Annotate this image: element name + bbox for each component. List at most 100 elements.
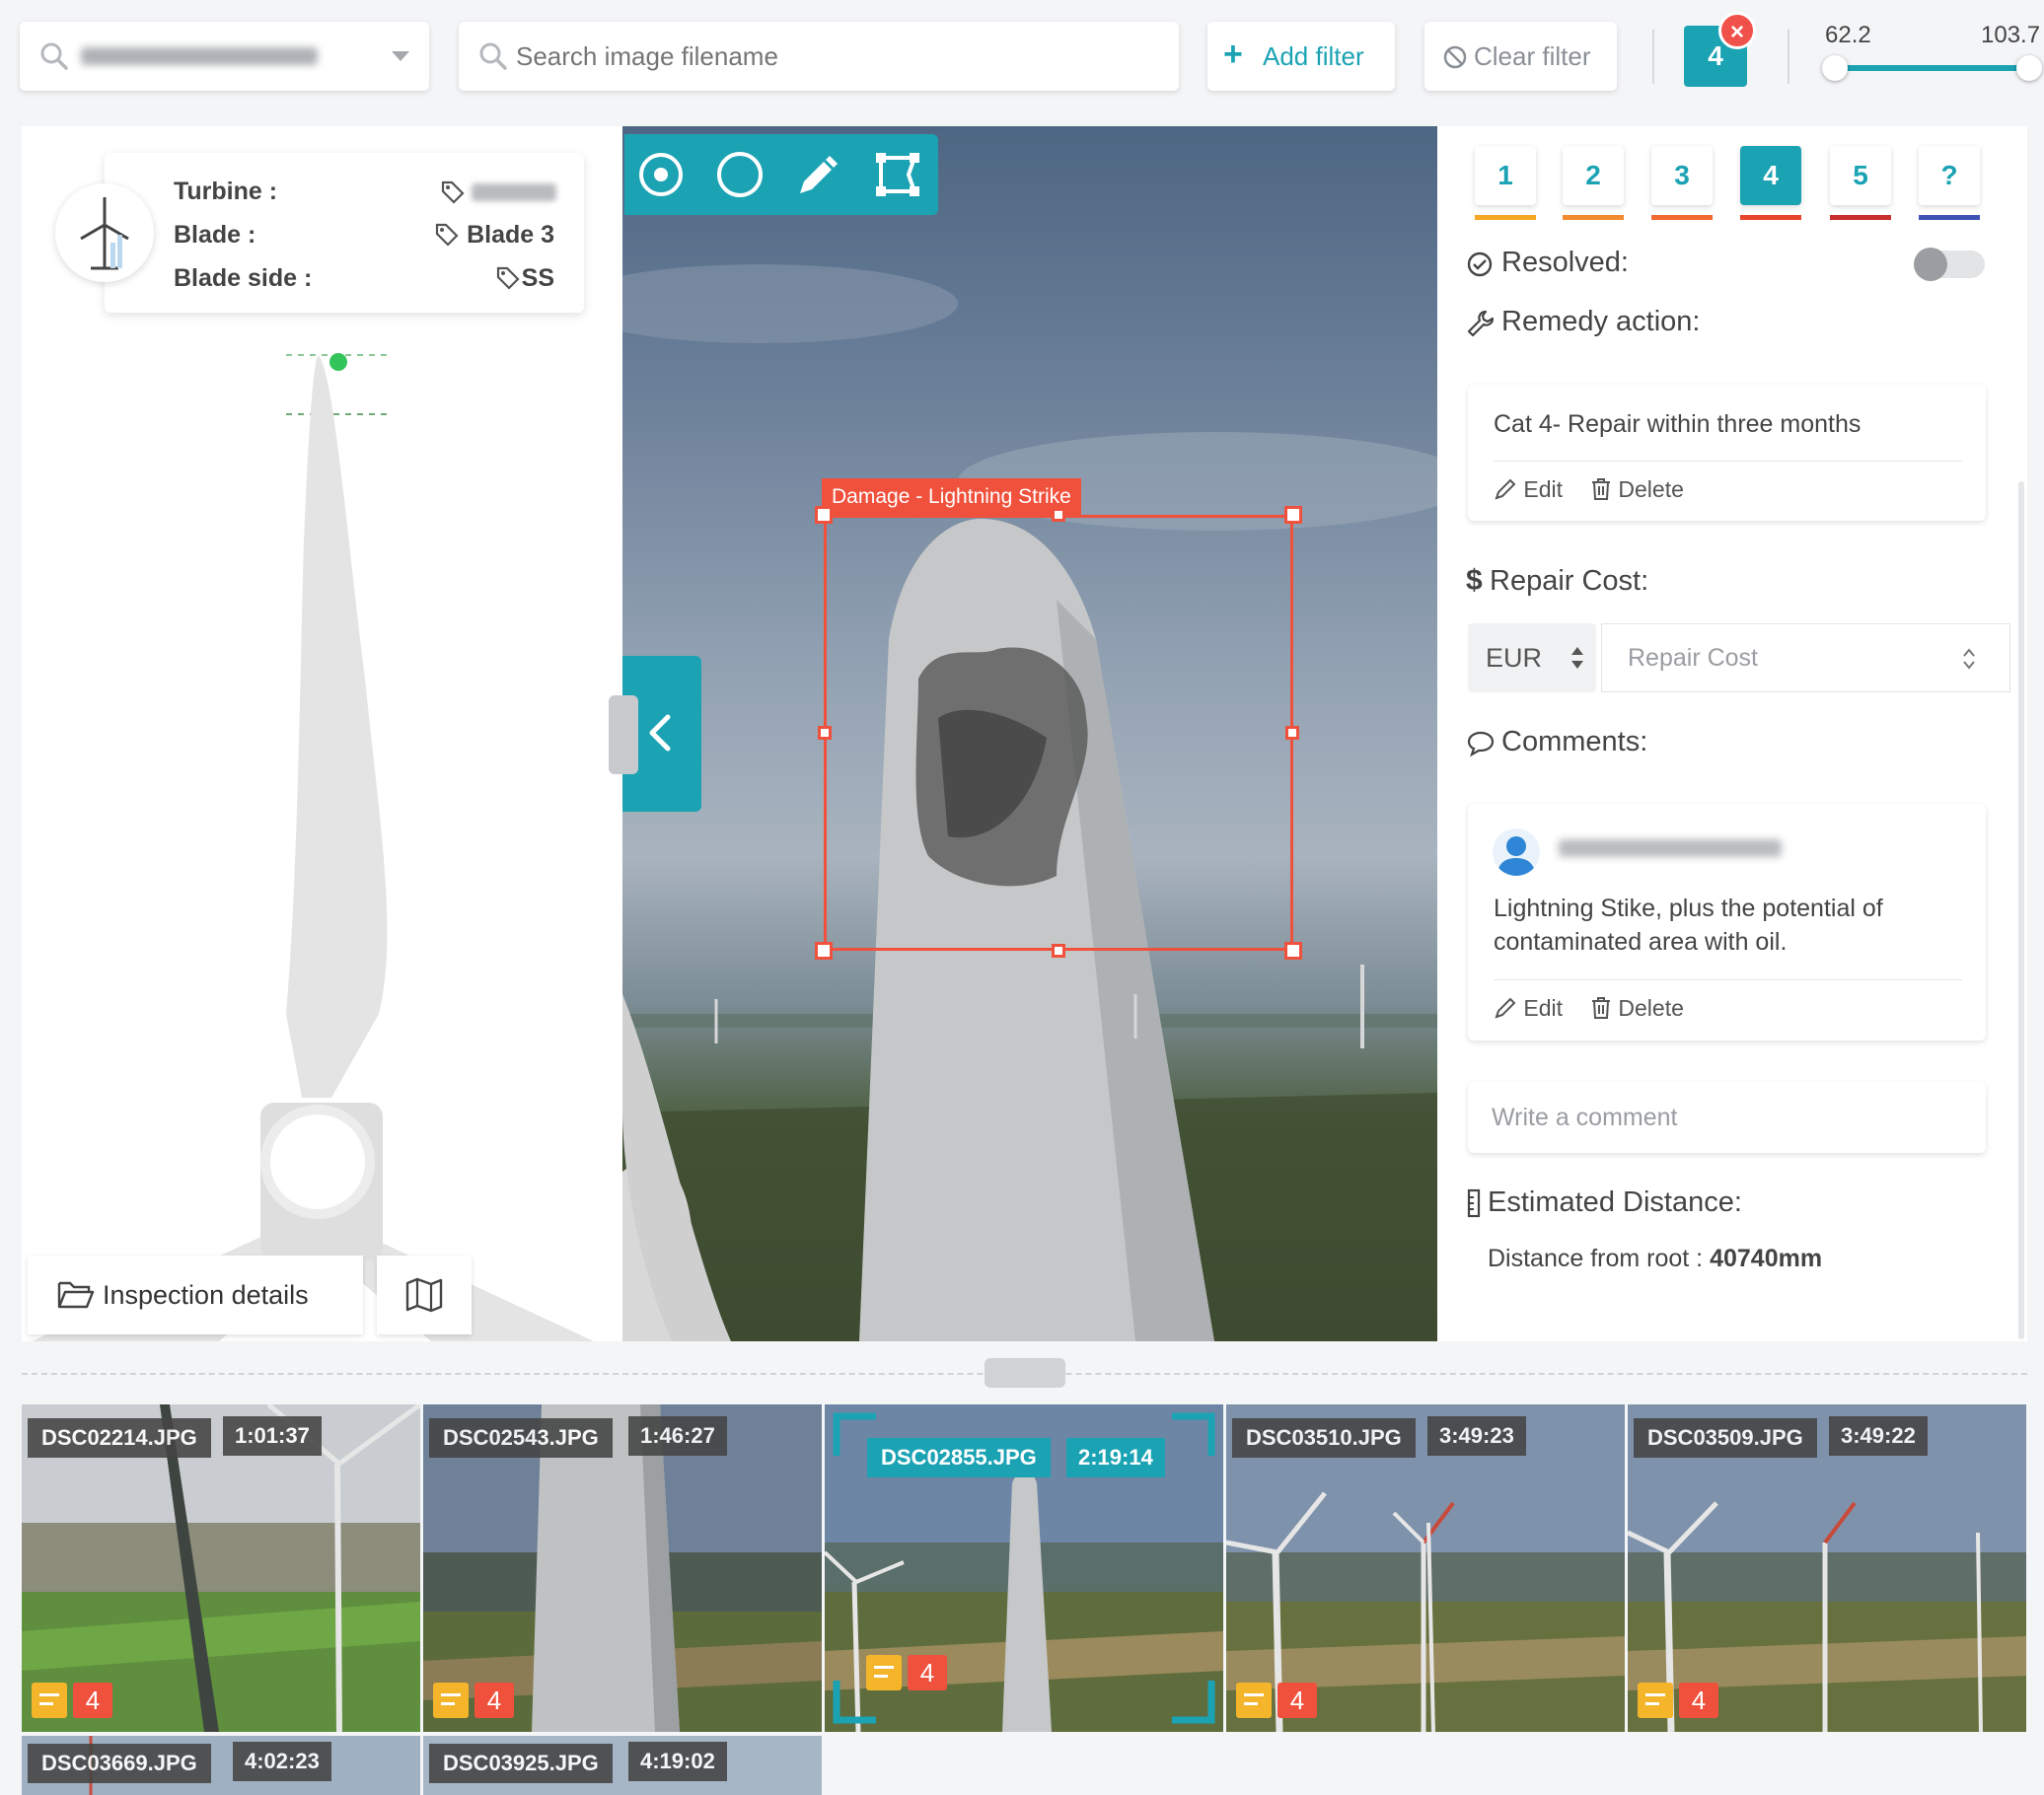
remove-filter-icon[interactable]: × [1718, 12, 1756, 49]
severity-bar-2 [1563, 215, 1624, 220]
severity-tab-unknown[interactable]: ? [1919, 146, 1980, 205]
thumbnail-time: 4:19:02 [628, 1742, 727, 1781]
comment-card: Lightning Stike, plus the potential of c… [1468, 804, 1986, 1041]
comment-edit-label: Edit [1523, 995, 1564, 1021]
comment-text-line-2: contaminated area with oil. [1494, 928, 1788, 956]
comment-author-blurred [1559, 839, 1782, 857]
map-icon [405, 1277, 443, 1313]
thumbnail-dsc02543[interactable]: DSC02543.JPG 1:46:27 4 [423, 1404, 822, 1732]
blade-side-label: Blade side : [174, 264, 313, 292]
thumbnail-filename: DSC02543.JPG [429, 1418, 613, 1458]
thumbnail-dsc03669[interactable]: DSC03669.JPG 4:02:23 [22, 1736, 420, 1795]
turbine-label: Turbine : [174, 178, 278, 205]
severity-badge: 4 [1679, 1683, 1718, 1718]
bbox-handle-top-right[interactable] [1284, 506, 1302, 524]
severity-tab-4[interactable]: 4 [1740, 146, 1801, 205]
remedy-delete-label: Delete [1618, 476, 1684, 502]
circle-tool-icon[interactable] [713, 148, 766, 201]
tag-icon [441, 180, 465, 204]
comment-delete-label: Delete [1618, 995, 1684, 1021]
severity-badge: 4 [1278, 1683, 1317, 1718]
estimated-distance-label: Estimated Distance: [1488, 1186, 1742, 1218]
polygon-tool-icon[interactable] [871, 148, 924, 201]
comment-text-line-1: Lightning Stike, plus the potential of [1494, 895, 1883, 922]
slider-min-value: 62.2 [1825, 22, 1871, 48]
comment-edit-button[interactable]: Edit [1494, 995, 1563, 1022]
panel-resize-handle[interactable] [609, 695, 638, 774]
thumbnail-dsc02855-selected[interactable]: DSC02855.JPG 2:19:14 4 [825, 1404, 1223, 1732]
thumbnail-time: 1:01:37 [223, 1416, 322, 1456]
wrench-icon [1467, 310, 1494, 337]
map-button[interactable] [377, 1256, 472, 1334]
bbox-handle-right[interactable] [1285, 726, 1299, 740]
plus-icon: + [1223, 36, 1243, 73]
range-slider-min-handle[interactable] [1822, 55, 1848, 81]
bbox-handle-top-left[interactable] [815, 506, 833, 524]
thumbnail-dsc03510[interactable]: DSC03510.JPG 3:49:23 4 [1226, 1404, 1625, 1732]
severity-tab-2[interactable]: 2 [1563, 146, 1624, 205]
severity-bar-4 [1740, 215, 1801, 220]
comment-delete-button[interactable]: Delete [1590, 995, 1684, 1022]
note-icon [1236, 1683, 1272, 1718]
number-spinner-icon[interactable] [1961, 646, 1977, 672]
currency-select[interactable]: EUR [1468, 623, 1596, 692]
note-icon [1638, 1683, 1673, 1718]
search-input[interactable] [516, 32, 1147, 81]
chevron-left-icon [649, 714, 671, 752]
thumbnail-time: 3:49:22 [1829, 1416, 1928, 1456]
thumbnail-filename: DSC03669.JPG [28, 1744, 211, 1783]
damage-bounding-box[interactable] [824, 515, 1293, 951]
thumbnail-dsc03509[interactable]: DSC03509.JPG 3:49:22 4 [1628, 1404, 2026, 1732]
remedy-action-label: Remedy action: [1501, 306, 1701, 337]
project-select[interactable] [20, 22, 429, 91]
thumbnail-filename: DSC03925.JPG [429, 1744, 613, 1783]
image-search-box[interactable] [459, 22, 1179, 91]
search-icon [40, 42, 68, 70]
bbox-handle-bottom-left[interactable] [815, 942, 833, 960]
pencil-icon[interactable] [792, 148, 845, 201]
distance-from-root: Distance from root : 40740mm [1488, 1245, 1822, 1273]
severity-bar-5 [1830, 215, 1891, 220]
repair-cost-input[interactable]: Repair Cost [1601, 623, 2010, 692]
thumbnail-time: 2:19:14 [1066, 1438, 1165, 1477]
inspection-details-button[interactable]: Inspection details [28, 1256, 363, 1334]
point-tool-icon[interactable] [634, 148, 688, 201]
resolved-toggle[interactable] [1914, 248, 1985, 281]
severity-badge: 4 [474, 1683, 514, 1718]
remedy-delete-button[interactable]: Delete [1590, 476, 1684, 503]
wind-turbine-icon [55, 183, 154, 282]
thumbnail-dsc02214[interactable]: DSC02214.JPG 1:01:37 4 [22, 1404, 420, 1732]
write-comment-input[interactable]: Write a comment [1468, 1082, 1986, 1153]
pencil-icon [1495, 478, 1516, 500]
annotation-toolbar [624, 134, 938, 215]
thumbnail-time: 1:46:27 [628, 1416, 727, 1456]
remedy-edit-button[interactable]: Edit [1494, 476, 1563, 503]
bbox-handle-top[interactable] [1052, 508, 1065, 522]
divider [1494, 979, 1962, 980]
severity-tab-5[interactable]: 5 [1830, 146, 1891, 205]
severity-tab-3[interactable]: 3 [1651, 146, 1713, 205]
severity-tab-1[interactable]: 1 [1475, 146, 1536, 205]
trash-icon [1592, 997, 1610, 1019]
add-filter-button[interactable]: + Add filter [1207, 22, 1395, 91]
clear-filter-button[interactable]: Clear filter [1424, 22, 1617, 91]
severity-bar-unknown [1919, 215, 1980, 220]
comment-icon [1467, 731, 1495, 757]
note-icon [866, 1655, 902, 1690]
inspection-details-label: Inspection details [103, 1280, 309, 1310]
trash-icon [1592, 478, 1610, 500]
divider [1494, 461, 1962, 462]
filmstrip-resize-handle[interactable] [985, 1358, 1065, 1388]
check-circle-icon [1467, 251, 1493, 277]
range-slider-max-handle[interactable] [2016, 55, 2042, 81]
panel-scrollbar[interactable] [2018, 481, 2024, 1339]
distance-prefix: Distance from root : [1488, 1245, 1711, 1272]
repair-cost-label: Repair Cost: [1490, 565, 1649, 597]
bbox-handle-left[interactable] [818, 726, 832, 740]
range-slider-track[interactable] [1835, 65, 2027, 71]
thumbnail-dsc03925[interactable]: DSC03925.JPG 4:19:02 [423, 1736, 822, 1795]
bbox-handle-bottom[interactable] [1052, 944, 1065, 958]
bbox-handle-bottom-right[interactable] [1284, 942, 1302, 960]
remedy-edit-label: Edit [1523, 476, 1564, 502]
severity-bar-3 [1651, 215, 1713, 220]
